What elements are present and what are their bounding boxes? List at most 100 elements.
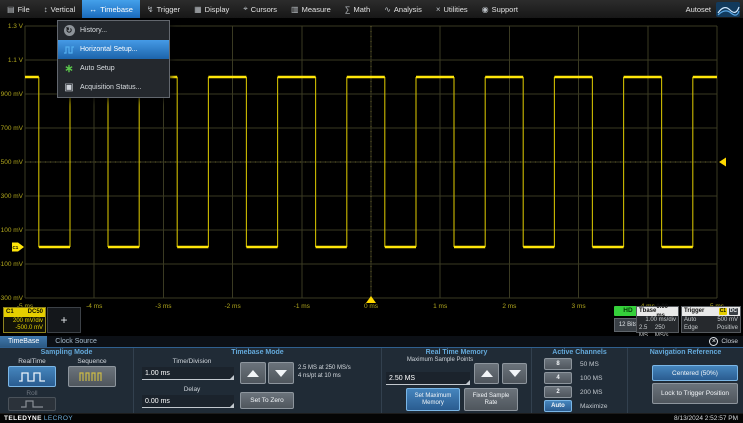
max-sample-points-field[interactable]: 2.50 MS [386, 372, 470, 385]
svg-text:-300 mV: -300 mV [0, 295, 24, 302]
file-icon: ▤ [7, 5, 15, 14]
timebase-setup-panel: TimeBase Clock Source × Close Sampling M… [0, 336, 743, 413]
menu-display[interactable]: ▦Display [187, 0, 236, 18]
channel-offset: -500.0 mV [4, 325, 43, 332]
menu-item-label: Measure [302, 5, 331, 14]
sequence-button[interactable] [68, 366, 116, 387]
time-division-up-button[interactable] [240, 362, 266, 384]
svg-text:700 mV: 700 mV [1, 125, 24, 132]
menu-item-auto-setup[interactable]: ∗Auto Setup [58, 59, 169, 78]
memory-down-button[interactable] [502, 363, 527, 384]
max-sample-points-label: Maximum Sample Points [400, 357, 480, 364]
sampling-mode-header: Sampling Mode [0, 349, 133, 356]
svg-text:2 ms: 2 ms [502, 303, 517, 310]
svg-text:3 ms: 3 ms [572, 303, 587, 310]
acquisition-status-icon: ▣ [63, 82, 75, 94]
navigation-reference-header: Navigation Reference [628, 349, 743, 356]
centered-button[interactable]: Centered (50%) [652, 365, 738, 381]
tbase-scale: 1.00 ms/div [645, 316, 676, 324]
tab-timebase[interactable]: TimeBase [0, 336, 47, 347]
math-icon: ∑ [345, 5, 351, 14]
set-to-zero-button[interactable]: Set To Zero [240, 392, 294, 409]
vertical-icon: ↕ [44, 5, 48, 14]
trigger-summary-box[interactable]: Trigger C1 DC Auto 500 mV Edge Positive [681, 306, 741, 333]
menu-cursors[interactable]: ⌖Cursors [236, 0, 284, 18]
tab-clock-source[interactable]: Clock Source [47, 336, 105, 347]
fixed-sample-rate-button[interactable]: Fixed Sample Rate [464, 388, 518, 411]
add-trace-button[interactable]: + [47, 307, 81, 333]
menu-math[interactable]: ∑Math [338, 0, 377, 18]
menu-item-label: Trigger [157, 5, 180, 14]
section-real-time-memory: Real Time Memory Maximum Sample Points 2… [381, 348, 531, 413]
trigger-level-marker[interactable] [719, 158, 726, 167]
delay-label: Delay [142, 386, 242, 393]
menu-item-label: Cursors [251, 5, 277, 14]
svg-text:900 mV: 900 mV [1, 91, 24, 98]
menu-item-label: Horizontal Setup... [80, 46, 138, 53]
measure-icon: ▥ [291, 5, 299, 14]
analysis-icon: ∿ [384, 5, 391, 14]
channels-8-button[interactable]: 8 [544, 358, 572, 370]
svg-text:-3 ms: -3 ms [155, 303, 172, 310]
trigger-level: 500 mV [717, 316, 738, 324]
timebase-summary-box[interactable]: Tbase 0.00 ms 1.00 ms/div 2.5 MS 250 MS/… [636, 306, 679, 333]
time-division-label: Time/Division [142, 358, 242, 365]
channel-coupling: DC50 [28, 308, 43, 317]
svg-text:1 ms: 1 ms [433, 303, 448, 310]
trigger-mode: Auto [684, 316, 696, 324]
realtime-button[interactable] [8, 366, 56, 387]
memory-up-button[interactable] [474, 363, 499, 384]
lecroy-logo-icon [716, 2, 740, 17]
sequence-waveform-icon [78, 371, 106, 383]
menu-file[interactable]: ▤File [0, 0, 37, 18]
sequence-label: Sequence [64, 358, 120, 365]
section-timebase-mode: Timebase Mode Time/Division 1.00 ms 2.5 … [133, 348, 381, 413]
menu-vertical[interactable]: ↕Vertical [37, 0, 83, 18]
menu-analysis[interactable]: ∿Analysis [377, 0, 429, 18]
menu-utilities[interactable]: ×Utilities [429, 0, 475, 18]
channels-row-label: Maximize [580, 403, 607, 410]
menu-item-horizontal-setup[interactable]: Horizontal Setup... [58, 40, 169, 59]
channels-auto-button[interactable]: Auto [544, 400, 572, 412]
status-bar: TELEDYNELECROY 8/13/2024 2:52:57 PM [0, 413, 743, 423]
menu-timebase[interactable]: ↔Timebase [82, 0, 140, 18]
svg-text:-4 ms: -4 ms [86, 303, 103, 310]
channel-descriptor-c1[interactable]: C1 DC50 200 mV/div -500.0 mV [3, 307, 46, 333]
channels-4-button[interactable]: 4 [544, 372, 572, 384]
menu-item-history[interactable]: ↻History... [58, 21, 169, 40]
trigger-icon: ↯ [147, 5, 154, 14]
menu-item-label: Timebase [100, 5, 133, 14]
panel-body: Sampling Mode RealTime Sequence Roll Tim… [0, 348, 743, 413]
set-maximum-memory-button[interactable]: Set Maximum Memory [406, 388, 460, 411]
channel-name: C1 [6, 308, 14, 317]
menu-item-acquisition-status[interactable]: ▣Acquisition Status... [58, 78, 169, 97]
down-arrow-icon [275, 370, 287, 377]
menu-support[interactable]: ◉Support [475, 0, 525, 18]
delay-field[interactable]: 0.00 ms [142, 395, 234, 408]
channels-2-button[interactable]: 2 [544, 386, 572, 398]
menu-item-label: File [18, 5, 30, 14]
menu-bar: ▤File↕Vertical↔Timebase↯Trigger▦Display⌖… [0, 0, 743, 19]
menu-item-label: Vertical [51, 5, 76, 14]
trigger-time-marker[interactable] [366, 296, 376, 303]
menu-measure[interactable]: ▥Measure [284, 0, 338, 18]
time-division-down-button[interactable] [268, 362, 294, 384]
panel-close-button[interactable]: × Close [709, 336, 743, 347]
menu-trigger[interactable]: ↯Trigger [140, 0, 187, 18]
trigger-slope: Positive [717, 324, 738, 332]
autoset-button[interactable]: Autoset [686, 5, 711, 14]
support-icon: ◉ [482, 5, 489, 14]
section-sampling-mode: Sampling Mode RealTime Sequence Roll [0, 348, 133, 413]
history-icon: ↻ [63, 25, 75, 37]
timebase-mode-header: Timebase Mode [134, 349, 381, 356]
realtime-waveform-icon [18, 371, 46, 383]
real-time-memory-header: Real Time Memory [382, 349, 531, 356]
tbase-label: Tbase [639, 307, 656, 316]
roll-button[interactable] [8, 397, 56, 411]
section-active-channels: Active Channels 850 MS4100 MS2200 MSAuto… [531, 348, 627, 413]
lock-to-trigger-button[interactable]: Lock to Trigger Position [652, 383, 738, 404]
menu-item-label: Analysis [394, 5, 422, 14]
utilities-icon: × [436, 5, 441, 14]
display-icon: ▦ [194, 5, 202, 14]
time-division-field[interactable]: 1.00 ms [142, 367, 234, 380]
